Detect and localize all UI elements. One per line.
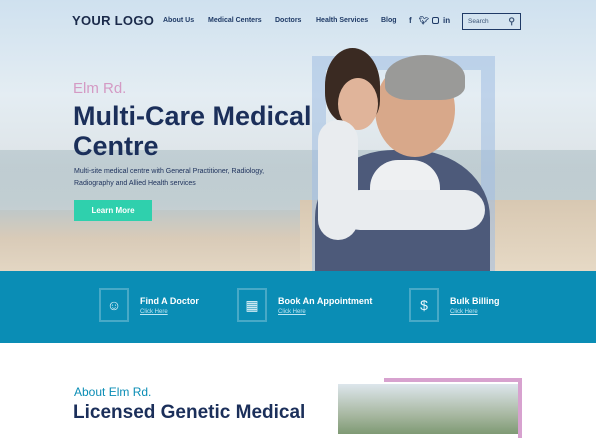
feature-title: Bulk Billing	[450, 296, 500, 306]
hero-subtitle: Elm Rd.	[73, 80, 127, 97]
about-image	[338, 384, 518, 434]
logo[interactable]: YOUR LOGO	[72, 13, 154, 28]
feature-title: Find A Doctor	[140, 296, 199, 306]
twitter-icon[interactable]: 🐦︎	[419, 16, 429, 25]
instagram-icon[interactable]	[432, 17, 439, 24]
hero-title: Multi-Care Medical Centre	[73, 101, 312, 161]
feature-title: Book An Appointment	[278, 296, 373, 306]
search-icon[interactable]: ⚲	[508, 16, 515, 27]
calendar-icon: ▦	[237, 288, 267, 322]
nav-medical-centers[interactable]: Medical Centers	[208, 17, 262, 24]
learn-more-button[interactable]: Learn More	[74, 200, 152, 221]
facebook-icon[interactable]: f	[409, 16, 412, 25]
nav-doctors[interactable]: Doctors	[275, 17, 301, 24]
click-here-link[interactable]: Click Here	[140, 309, 168, 315]
hero-description: Multi-site medical centre with General P…	[74, 168, 265, 187]
bill-icon: $	[409, 288, 439, 322]
top-navigation: YOUR LOGO About Us Medical Centers Docto…	[0, 0, 596, 42]
features-band: ☺ Find A Doctor Click Here ▦ Book An App…	[0, 271, 596, 343]
doctor-icon: ☺	[99, 288, 129, 322]
nav-about-us[interactable]: About Us	[163, 17, 194, 24]
about-title: Licensed Genetic Medical	[73, 402, 306, 423]
linkedin-icon[interactable]: in	[443, 16, 450, 25]
nav-health-services[interactable]: Health Services	[316, 17, 368, 24]
nav-blog[interactable]: Blog	[381, 17, 397, 24]
about-subtitle: About Elm Rd.	[74, 385, 152, 399]
search-input[interactable]: Search ⚲	[462, 13, 521, 30]
click-here-link[interactable]: Click Here	[450, 309, 478, 315]
click-here-link[interactable]: Click Here	[278, 309, 306, 315]
search-placeholder: Search	[468, 18, 489, 25]
